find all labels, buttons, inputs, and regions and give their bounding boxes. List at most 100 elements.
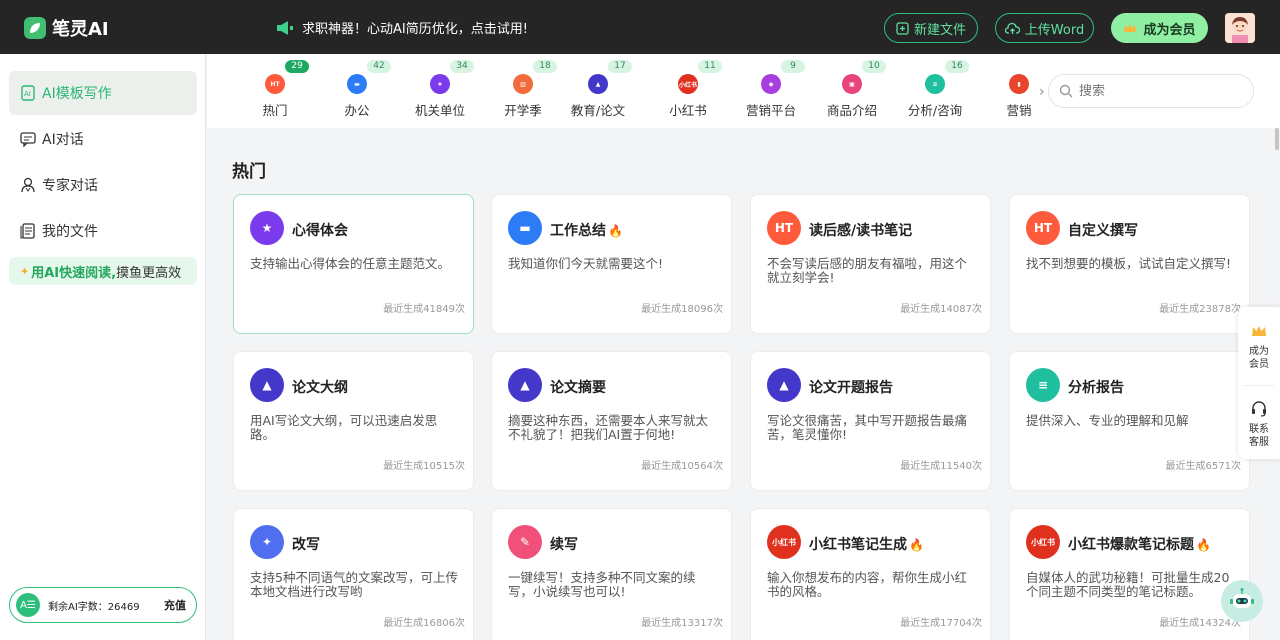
category-count-badge: 11 bbox=[698, 60, 722, 73]
become-member-button[interactable]: 成为会员 bbox=[1111, 13, 1208, 43]
category-tab[interactable]: 16 ≡ 分析/咨询 bbox=[895, 60, 975, 119]
template-card[interactable]: 小红书 小红书笔记生成 🔥 输入你想发布的内容，帮你生成小红书的风格。 最近生成1770… bbox=[750, 508, 991, 640]
template-card[interactable]: ▬ 工作总结 🔥 我知道你们今天就需要这个! 最近生成18096次 bbox=[491, 194, 732, 334]
ai-assistant-robot-icon[interactable] bbox=[1221, 580, 1263, 622]
template-card[interactable]: 小红书 小红书爆款笔记标题 🔥 自媒体人的武功秘籍！可批量生成20个同主题不同类型的笔… bbox=[1009, 508, 1250, 640]
category-tab[interactable]: 29 HT 热门 bbox=[235, 60, 315, 119]
new-file-button[interactable]: 新建文件 bbox=[884, 13, 978, 43]
sidebar-item-my-files[interactable]: 我的文件 bbox=[9, 209, 197, 253]
book-icon: ▥ bbox=[513, 74, 533, 94]
category-label: 营销平台 bbox=[745, 103, 796, 118]
avatar[interactable] bbox=[1225, 13, 1255, 43]
xiaohongshu-icon: 小红书 bbox=[767, 525, 801, 559]
card-description: 我知道你们今天就需要这个! bbox=[508, 256, 664, 271]
category-tab[interactable]: 42 ▬ 办公 bbox=[317, 60, 397, 119]
category-count-badge: 17 bbox=[608, 60, 632, 73]
member-label: 成为会员 bbox=[1143, 22, 1196, 38]
sidebar-item-ai-template[interactable]: AI AI模板写作 bbox=[9, 71, 197, 115]
graduation-cap-icon: ▲ bbox=[588, 74, 608, 94]
template-card[interactable]: ✦ 改写 支持5种不同语气的文案改写，可上传本地文档进行改写哟 最近生成16806次 bbox=[233, 508, 474, 640]
document-icon: ≡ bbox=[925, 74, 945, 94]
ai-quota-icon: A☰ bbox=[16, 593, 40, 617]
sidebar-item-label: 我的文件 bbox=[42, 224, 98, 240]
recharge-button[interactable]: 充值 bbox=[164, 597, 186, 613]
category-tab[interactable]: ▮ 营销 bbox=[979, 74, 1059, 119]
chevron-right-icon[interactable]: › bbox=[1039, 84, 1045, 100]
category-label: 分析/咨询 bbox=[907, 103, 963, 118]
logo[interactable]: 笔灵AI bbox=[24, 15, 109, 41]
category-label: 机关单位 bbox=[414, 103, 465, 118]
card-title: 自定义撰写 bbox=[1068, 220, 1138, 240]
promo-text: 求职神器！心动AI简历优化，点击试用! bbox=[302, 22, 528, 37]
float-member-label: 成为会员 bbox=[1249, 346, 1269, 370]
card-title-text: 小红书爆款笔记标题 bbox=[1068, 537, 1194, 553]
category-tab[interactable]: 18 ▥ 开学季 bbox=[483, 60, 563, 119]
ai-template-icon: AI bbox=[21, 85, 35, 101]
megaphone-icon bbox=[277, 20, 293, 35]
card-title: 小红书笔记生成 🔥 bbox=[809, 534, 924, 554]
category-tab[interactable]: 11 小红书 小红书 bbox=[648, 60, 728, 119]
briefcase-icon: ▬ bbox=[508, 211, 542, 245]
search-box[interactable] bbox=[1048, 74, 1254, 108]
category-tab[interactable]: 10 ▣ 商品介绍 bbox=[812, 60, 892, 119]
card-title: 读后感/读书笔记 bbox=[809, 220, 912, 240]
template-card[interactable]: HT 读后感/读书笔记 不会写读后感的朋友有福啦，用这个就立刻学会! 最近生成1408… bbox=[750, 194, 991, 334]
briefcase-icon: ▬ bbox=[347, 74, 367, 94]
document-icon: ≡ bbox=[1026, 368, 1060, 402]
category-count-badge: 34 bbox=[450, 60, 474, 73]
template-card[interactable]: ▲ 论文大纲 用AI写论文大纲，可以迅速启发思路。 最近生成10515次 bbox=[233, 351, 474, 491]
fire-icon: 🔥 bbox=[608, 224, 623, 238]
user-avatar-icon bbox=[1225, 13, 1255, 43]
sidebar-item-expert-chat[interactable]: 专家对话 bbox=[9, 163, 197, 207]
sidebar-item-label: AI模板写作 bbox=[42, 86, 112, 102]
category-count-badge: 42 bbox=[367, 60, 391, 73]
card-description: 自媒体人的武功秘籍！可批量生成20个同主题不同类型的笔记标题。 bbox=[1026, 570, 1230, 599]
card-title: 续写 bbox=[550, 534, 578, 554]
sidebar-item-label: 专家对话 bbox=[42, 178, 98, 194]
template-card[interactable]: ▲ 论文摘要 摘要这种东西，还需要本人来写就太不礼貌了！把我们AI置于何地! 最近生成… bbox=[491, 351, 732, 491]
search-icon bbox=[1059, 84, 1073, 98]
promo-banner[interactable]: 求职神器！心动AI简历优化，点击试用! bbox=[276, 18, 528, 37]
template-card[interactable]: HT 自定义撰写 找不到想要的模板，试试自定义撰写! 最近生成23878次 bbox=[1009, 194, 1250, 334]
card-title: 工作总结 🔥 bbox=[550, 220, 623, 240]
card-title-text: 分析报告 bbox=[1068, 380, 1124, 396]
card-description: 找不到想要的模板，试试自定义撰写! bbox=[1026, 256, 1232, 271]
sidebar-item-ai-chat[interactable]: AI对话 bbox=[9, 117, 197, 161]
sidebar-promo[interactable]: ✦ 用AI快速阅读, 摸鱼更高效 bbox=[9, 257, 197, 285]
category-count-badge: 16 bbox=[945, 60, 969, 73]
floating-panel: 成为会员 联系客服 bbox=[1238, 307, 1280, 459]
card-title-text: 自定义撰写 bbox=[1068, 223, 1138, 239]
upload-word-button[interactable]: 上传Word bbox=[995, 13, 1094, 43]
card-usage-count: 最近生成14087次 bbox=[900, 304, 982, 315]
card-description: 写论文很痛苦，其中写开题报告最痛苦，笔灵懂你! bbox=[767, 413, 968, 442]
card-title: 论文开题报告 bbox=[809, 377, 893, 397]
card-title-text: 心得体会 bbox=[292, 223, 348, 239]
graduation-cap-icon: ▲ bbox=[250, 368, 284, 402]
quota-label: 剩余AI字数：26469 bbox=[48, 601, 140, 613]
search-input[interactable] bbox=[1079, 83, 1229, 99]
template-card[interactable]: ≡ 分析报告 提供深入、专业的理解和见解 最近生成6571次 bbox=[1009, 351, 1250, 491]
card-usage-count: 最近生成41849次 bbox=[383, 304, 465, 315]
crown-icon bbox=[1252, 326, 1266, 336]
card-title-text: 续写 bbox=[550, 537, 578, 553]
category-label: 营销 bbox=[1006, 103, 1032, 118]
float-service-label: 联系客服 bbox=[1249, 424, 1269, 448]
template-card[interactable]: ★ 心得体会 支持输出心得体会的任意主题范文。 最近生成41849次 bbox=[233, 194, 474, 334]
divider bbox=[1244, 385, 1274, 386]
category-tab[interactable]: 17 ▲ 教育/论文 bbox=[558, 60, 638, 119]
template-card[interactable]: ✎ 续写 一键续写！支持多种不同文案的续写，小说续写也可以! 最近生成13317次 bbox=[491, 508, 732, 640]
logo-text: 笔灵AI bbox=[52, 19, 109, 40]
sidebar: AI AI模板写作 AI对话 专家对话 我的文件 ✦ 用AI快速阅读, 摸鱼更高… bbox=[0, 54, 206, 640]
fire-icon: 🔥 bbox=[909, 538, 924, 552]
card-title: 分析报告 bbox=[1068, 377, 1124, 397]
category-tab[interactable]: 9 ◆ 营销平台 bbox=[731, 60, 811, 119]
card-usage-count: 最近生成17704次 bbox=[900, 618, 982, 629]
scrollbar-thumb[interactable] bbox=[1275, 128, 1279, 150]
card-description: 一键续写！支持多种不同文案的续写，小说续写也可以! bbox=[508, 570, 696, 599]
card-title-text: 论文开题报告 bbox=[809, 380, 893, 396]
float-member-button[interactable]: 成为会员 bbox=[1238, 325, 1280, 371]
float-service-button[interactable]: 联系客服 bbox=[1238, 401, 1280, 449]
template-card[interactable]: ▲ 论文开题报告 写论文很痛苦，其中写开题报告最痛苦，笔灵懂你! 最近生成11540次 bbox=[750, 351, 991, 491]
category-tab[interactable]: 34 ★ 机关单位 bbox=[400, 60, 480, 119]
category-count-badge: 10 bbox=[862, 60, 886, 73]
